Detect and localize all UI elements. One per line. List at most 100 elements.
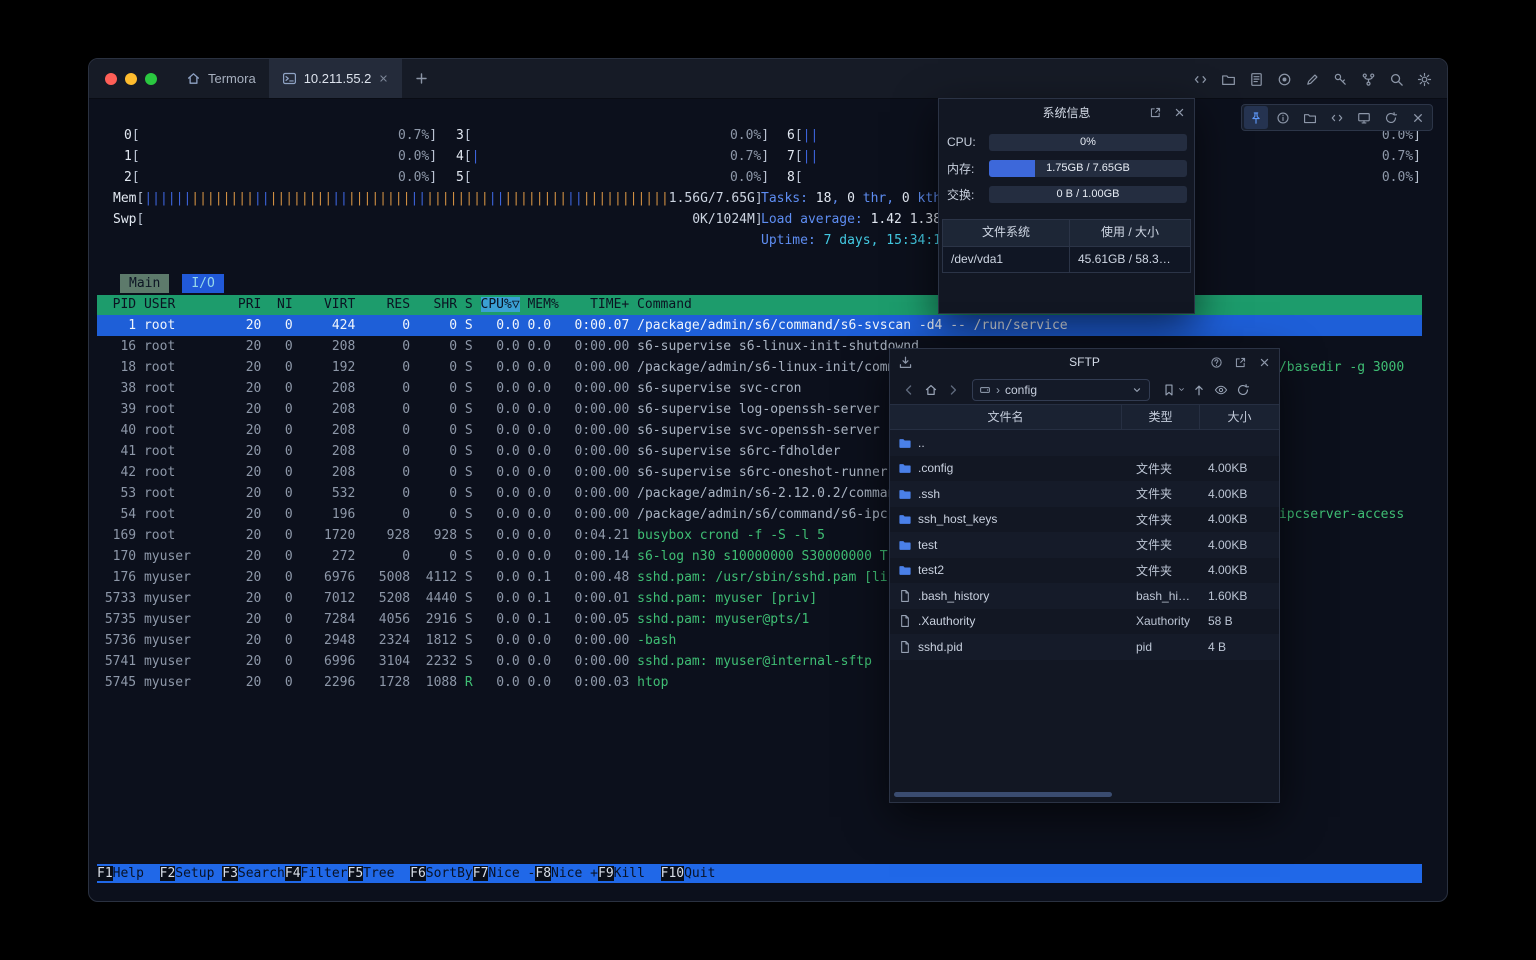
path-bar[interactable]: › config bbox=[972, 379, 1150, 401]
sysinfo-meter-bar: 0% bbox=[989, 134, 1187, 151]
macro-button[interactable] bbox=[1359, 70, 1377, 88]
cpu-meter-5: 5[ 0.0%] bbox=[456, 167, 769, 188]
folder-button[interactable] bbox=[1219, 70, 1237, 88]
upload-button[interactable] bbox=[1188, 379, 1210, 401]
file-size: 4 B bbox=[1200, 640, 1279, 654]
chevron-down-icon[interactable] bbox=[1131, 384, 1143, 396]
open-icon bbox=[1149, 106, 1162, 119]
refresh-button[interactable] bbox=[1379, 106, 1403, 129]
sysinfo-open-button[interactable] bbox=[1146, 103, 1164, 121]
code-button[interactable] bbox=[1191, 70, 1209, 88]
sftp-file-list: ...config文件夹4.00KB.ssh文件夹4.00KBssh_host_… bbox=[890, 430, 1279, 660]
sysinfo-meter-row: 内存:1.75GB / 7.65GB bbox=[947, 155, 1187, 181]
folder-icon bbox=[898, 487, 912, 501]
sftp-column-header[interactable]: 大小 bbox=[1200, 405, 1279, 429]
home-icon bbox=[924, 383, 938, 397]
sftp-row[interactable]: .XauthorityXauthority58 B bbox=[890, 609, 1279, 635]
filesystem-table-header: 文件系统使用 / 大小 bbox=[943, 220, 1190, 246]
home-button[interactable] bbox=[920, 379, 942, 401]
file-icon bbox=[898, 640, 912, 654]
sftp-row[interactable]: ssh_host_keys文件夹4.00KB bbox=[890, 507, 1279, 533]
info-button[interactable] bbox=[1271, 106, 1295, 129]
forward-button[interactable] bbox=[942, 379, 964, 401]
folder-button[interactable] bbox=[1298, 106, 1322, 129]
sysinfo-meter-row: 交换:0 B / 1.00GB bbox=[947, 181, 1187, 207]
edit-button[interactable] bbox=[1303, 70, 1321, 88]
sftp-open-button[interactable] bbox=[1231, 353, 1249, 371]
sftp-close-button[interactable] bbox=[1255, 353, 1273, 371]
sftp-column-header[interactable]: 文件名 bbox=[890, 405, 1122, 429]
htop-tab-I/O[interactable]: I/O bbox=[182, 274, 223, 293]
fkey-F7[interactable]: F7Nice - bbox=[473, 866, 536, 881]
back-button[interactable] bbox=[898, 379, 920, 401]
minimize-window-button[interactable] bbox=[125, 73, 137, 85]
horizontal-scrollbar[interactable] bbox=[892, 792, 1277, 798]
sysinfo-titlebar[interactable]: 系统信息 bbox=[939, 99, 1194, 125]
cpu-meter-4: 4[| 0.7%] bbox=[456, 146, 769, 167]
show-hidden-button[interactable] bbox=[1210, 379, 1232, 401]
folder-icon bbox=[898, 512, 912, 526]
zoom-window-button[interactable] bbox=[145, 73, 157, 85]
sftp-row[interactable]: test2文件夹4.00KB bbox=[890, 558, 1279, 584]
fkey-F6[interactable]: F6SortBy bbox=[410, 866, 473, 881]
sftp-row[interactable]: test文件夹4.00KB bbox=[890, 532, 1279, 558]
display-button[interactable] bbox=[1352, 106, 1376, 129]
filesystem-row[interactable]: /dev/vda145.61GB / 58.3… bbox=[943, 246, 1190, 272]
fkey-F2[interactable]: F2Setup bbox=[160, 866, 223, 881]
fkey-F1[interactable]: F1Help bbox=[97, 866, 160, 881]
tab-Termora[interactable]: Termora bbox=[173, 59, 269, 98]
close-window-button[interactable] bbox=[105, 73, 117, 85]
path-segment[interactable]: config bbox=[1005, 383, 1126, 397]
sftp-row[interactable]: .. bbox=[890, 430, 1279, 456]
desktop: Termora10.211.55.2 0[ 0.7%]1[ 0.0%]2[ 0.… bbox=[0, 0, 1536, 960]
pin-icon bbox=[1249, 111, 1263, 125]
file-size: 4.00KB bbox=[1200, 461, 1279, 475]
fkey-F4[interactable]: F4Filter bbox=[285, 866, 348, 881]
key-button[interactable] bbox=[1331, 70, 1349, 88]
pin-button[interactable] bbox=[1244, 106, 1268, 129]
sftp-question-button[interactable] bbox=[1207, 353, 1225, 371]
sftp-row[interactable]: .bash_historybash_hi…1.60KB bbox=[890, 583, 1279, 609]
sysinfo-meter-value: 1.75GB / 7.65GB bbox=[989, 160, 1187, 177]
search-button[interactable] bbox=[1387, 70, 1405, 88]
traffic-lights bbox=[89, 73, 173, 85]
close-button[interactable] bbox=[1406, 106, 1430, 129]
tab-label: 10.211.55.2 bbox=[304, 71, 372, 86]
folder-icon bbox=[1303, 111, 1317, 125]
transfers-icon[interactable] bbox=[898, 355, 913, 370]
log-button[interactable] bbox=[1247, 70, 1265, 88]
htop-tab-Main[interactable]: Main bbox=[120, 274, 169, 293]
settings-button[interactable] bbox=[1415, 70, 1433, 88]
sftp-row[interactable]: .ssh文件夹4.00KB bbox=[890, 481, 1279, 507]
record-button[interactable] bbox=[1275, 70, 1293, 88]
scrollbar-thumb[interactable] bbox=[894, 792, 1112, 797]
process-row-1[interactable]: 1 root 20 0 424 0 0 S 0.0 0.0 0:00.07 /p… bbox=[97, 315, 1422, 336]
close-icon bbox=[1411, 111, 1425, 125]
fkey-F10[interactable]: F10Quit bbox=[661, 866, 731, 881]
bookmark-caret-icon[interactable] bbox=[1177, 385, 1186, 394]
tab-10.211.55.2[interactable]: 10.211.55.2 bbox=[269, 59, 403, 98]
refresh-button[interactable] bbox=[1232, 379, 1254, 401]
fkey-F5[interactable]: F5Tree bbox=[348, 866, 411, 881]
stats-line: Uptime: 7 days, 15:34:12 bbox=[761, 230, 949, 251]
sftp-column-header[interactable]: 类型 bbox=[1122, 405, 1200, 429]
refresh-icon bbox=[1236, 383, 1250, 397]
sftp-titlebar[interactable]: SFTP bbox=[890, 349, 1279, 375]
file-type: 文件夹 bbox=[1122, 562, 1200, 579]
process-table-header[interactable]: PID USER PRI NI VIRT RES SHR S CPU%▽ MEM… bbox=[97, 295, 1422, 315]
fkey-F8[interactable]: F8Nice + bbox=[535, 866, 598, 881]
code-button[interactable] bbox=[1325, 106, 1349, 129]
refresh-icon bbox=[1384, 111, 1398, 125]
macro-icon bbox=[1361, 72, 1376, 87]
log-icon bbox=[1249, 72, 1264, 87]
fkey-F3[interactable]: F3Search bbox=[222, 866, 285, 881]
sftp-title-icons bbox=[1207, 349, 1273, 375]
file-icon bbox=[898, 589, 912, 603]
sftp-row[interactable]: .config文件夹4.00KB bbox=[890, 456, 1279, 482]
new-tab-button[interactable] bbox=[408, 66, 434, 92]
sftp-row[interactable]: sshd.pidpid4 B bbox=[890, 634, 1279, 660]
htop-screen-tabs: Main I/O bbox=[120, 274, 224, 293]
fkey-F9[interactable]: F9Kill bbox=[598, 866, 661, 881]
sysinfo-close-button[interactable] bbox=[1170, 103, 1188, 121]
close-tab-icon[interactable] bbox=[378, 73, 389, 84]
